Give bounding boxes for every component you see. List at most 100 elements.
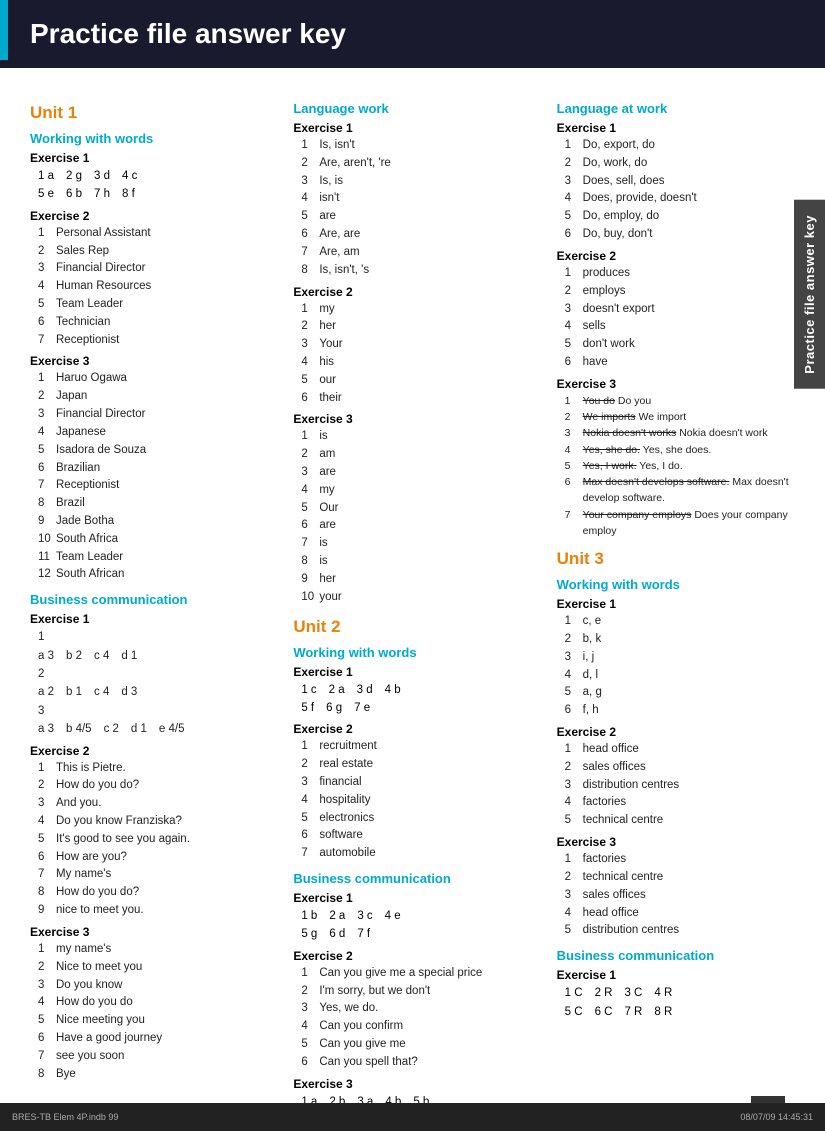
list-item: 9nice to meet you. — [38, 902, 273, 920]
page-title: Practice file answer key — [30, 18, 346, 50]
list-item: 11Team Leader — [38, 549, 273, 567]
list-item: 2employs — [565, 283, 800, 301]
list-item: a 3 b 4/5 c 2 d 1 e 4/5 — [38, 720, 273, 738]
list-item: 1my name's — [38, 941, 273, 959]
ex-heading: Exercise 1 — [293, 891, 536, 905]
list-item: 6Max doesn't develops software. Max does… — [565, 474, 800, 507]
list-item: 3Nokia doesn't works Nokia doesn't work — [565, 425, 800, 441]
list-item: 1recruitment — [301, 738, 536, 756]
list-item: 10your — [301, 589, 536, 607]
ex1-row2: 5 f 6 g 7 e — [301, 699, 536, 717]
list-item: 2sales offices — [565, 759, 800, 777]
ex3-items: 1Haruo Ogawa 2Japan 3Financial Director … — [38, 370, 273, 584]
footer: BRES-TB Elem 4P.indb 99 08/07/09 14:45:3… — [0, 1103, 825, 1131]
list-item: 1This is Pietre. — [38, 760, 273, 778]
list-item: 6Do, buy, don't — [565, 226, 800, 244]
list-item: 6software — [301, 827, 536, 845]
list-item: 5our — [301, 372, 536, 390]
ex-heading: Exercise 1 — [293, 121, 536, 135]
bc3-ex1-row1: 1 C 2 R 3 C 4 R — [565, 984, 800, 1002]
ex1-items: 1Do, export, do 2Do, work, do 3Does, sel… — [565, 137, 800, 244]
page-container: Practice file answer key Practice file a… — [0, 0, 825, 1131]
list-item: 2We imports We import — [565, 409, 800, 425]
list-item: 5Team Leader — [38, 296, 273, 314]
list-item: 7My name's — [38, 866, 273, 884]
ex2-items: 1head office 2sales offices 3distributio… — [565, 741, 800, 830]
list-item: 7see you soon — [38, 1048, 273, 1066]
list-item: 8How do you do? — [38, 884, 273, 902]
ex-heading: Exercise 2 — [293, 722, 536, 736]
ex-heading: Exercise 1 — [30, 151, 273, 165]
item: 1 a — [38, 167, 54, 185]
list-item: 7Receptionist — [38, 477, 273, 495]
list-item: 1You do Do you — [565, 393, 800, 409]
list-item: 4Japanese — [38, 424, 273, 442]
list-item: 4head office — [565, 905, 800, 923]
list-item: 8Bye — [38, 1066, 273, 1084]
list-item: 3And you. — [38, 795, 273, 813]
list-item: 6are — [301, 517, 536, 535]
list-item: 3Is, is — [301, 173, 536, 191]
list-item: 2How do you do? — [38, 777, 273, 795]
list-item: 8Is, isn't, 's — [301, 262, 536, 280]
ex3-items: 1factories 2technical centre 3sales offi… — [565, 851, 800, 940]
bc2-ex1-row2: 5 g 6 d 7 f — [301, 925, 536, 943]
ex-heading: Exercise 1 — [557, 121, 800, 135]
list-item: 3financial — [301, 774, 536, 792]
list-item: 1Is, isn't — [301, 137, 536, 155]
list-item: 2real estate — [301, 756, 536, 774]
business-comm-3: Business communication — [557, 948, 800, 963]
lang-work-heading-2: Language at work — [557, 101, 800, 116]
list-item: 5distribution centres — [565, 922, 800, 940]
ex-heading: Exercise 2 — [557, 725, 800, 739]
list-item: 7is — [301, 535, 536, 553]
ex-heading: Exercise 1 — [557, 968, 800, 982]
list-item: 6Technician — [38, 314, 273, 332]
column-3: Language at work Exercise 1 1Do, export,… — [557, 93, 800, 1111]
list-item: 4sells — [565, 318, 800, 336]
list-item: 5Do, employ, do — [565, 208, 800, 226]
item: 2 g — [66, 167, 82, 185]
list-item: 1head office — [565, 741, 800, 759]
list-item: 4d, l — [565, 667, 800, 685]
list-item: 3Financial Director — [38, 406, 273, 424]
list-item: 4hospitality — [301, 792, 536, 810]
item: 8 f — [122, 185, 135, 203]
ex2-items: 1recruitment 2real estate 3financial 4ho… — [301, 738, 536, 863]
list-item: 3Do you know — [38, 977, 273, 995]
list-item: 2Japan — [38, 388, 273, 406]
list-item: 6Have a good journey — [38, 1030, 273, 1048]
ex2-items: 1Can you give me a special price 2I'm so… — [301, 965, 536, 1072]
list-item: 4Human Resources — [38, 278, 273, 296]
ex-heading: Exercise 3 — [557, 835, 800, 849]
ex-heading: Exercise 1 — [557, 597, 800, 611]
list-item: 3Does, sell, does — [565, 173, 800, 191]
list-item: 2her — [301, 318, 536, 336]
list-item: 1Haruo Ogawa — [38, 370, 273, 388]
list-item: 2Do, work, do — [565, 155, 800, 173]
ex-heading: Exercise 2 — [30, 209, 273, 223]
list-item: 1is — [301, 428, 536, 446]
ex-heading: Exercise 1 — [293, 665, 536, 679]
list-item: 4Does, provide, doesn't — [565, 190, 800, 208]
list-item: 8Brazil — [38, 495, 273, 513]
list-item: 10South Africa — [38, 531, 273, 549]
list-item: 4Yes, she do. Yes, she does. — [565, 442, 800, 458]
list-item: 1factories — [565, 851, 800, 869]
list-item: 5are — [301, 208, 536, 226]
ex-heading: Exercise 2 — [293, 949, 536, 963]
list-item: 5Yes, I work. Yes, I do. — [565, 458, 800, 474]
list-item: 1my — [301, 301, 536, 319]
list-item: 2Sales Rep — [38, 243, 273, 261]
list-item: 6Can you spell that? — [301, 1054, 536, 1072]
list-item: 3Your — [301, 336, 536, 354]
list-item: 9her — [301, 571, 536, 589]
list-item: 2technical centre — [565, 869, 800, 887]
ex2-items: 1produces 2employs 3doesn't export 4sell… — [565, 265, 800, 372]
list-item: 2Are, aren't, 're — [301, 155, 536, 173]
list-item: 1 — [38, 628, 273, 646]
list-item: 6How are you? — [38, 849, 273, 867]
list-item: 2Nice to meet you — [38, 959, 273, 977]
ex3-items: 1my name's 2Nice to meet you 3Do you kno… — [38, 941, 273, 1084]
list-item: 1Can you give me a special price — [301, 965, 536, 983]
